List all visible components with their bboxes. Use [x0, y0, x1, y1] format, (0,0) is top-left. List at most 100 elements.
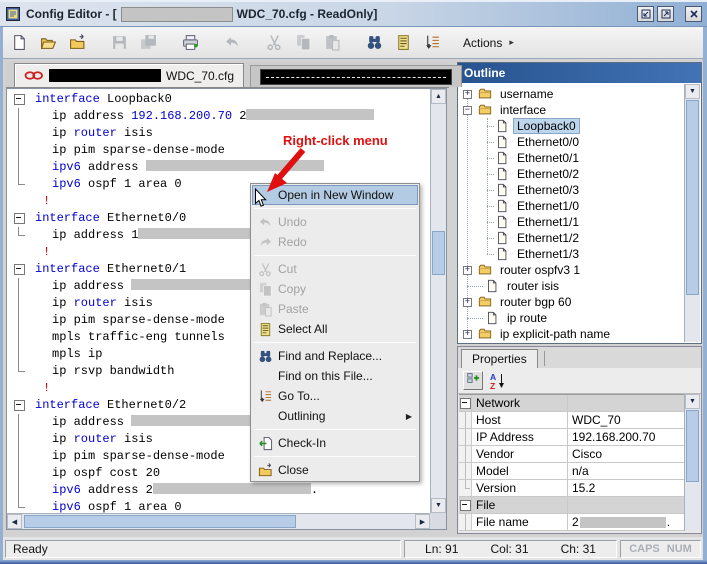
expand-icon[interactable]: +	[463, 298, 472, 307]
status-message: Ready	[5, 540, 401, 558]
property-row-vendor[interactable]: VendorCisco	[459, 446, 684, 463]
outline-item-interface[interactable]: − interface	[459, 102, 684, 118]
outline-scrollbar[interactable]: ▲ ▼	[684, 84, 700, 342]
property-row-host[interactable]: HostWDC_70	[459, 412, 684, 429]
outline-title: Outline	[464, 66, 505, 80]
property-row-ip-address[interactable]: IP Address192.168.200.70	[459, 429, 684, 446]
open-file-button[interactable]	[37, 32, 59, 54]
outline-item-loopback0[interactable]: Loopback0	[459, 118, 684, 134]
redacted-config-text	[153, 483, 311, 494]
outline-item-ethernet1-3[interactable]: Ethernet1/3	[459, 246, 684, 262]
properties-scrollbar[interactable]: ▲ ▼	[684, 394, 700, 531]
file-icon	[485, 311, 500, 325]
scrollbar-thumb[interactable]	[686, 100, 699, 295]
code-line[interactable]: interface Loopback0	[7, 91, 430, 108]
menu-item-select-all[interactable]: Select All	[252, 319, 418, 339]
property-row-model[interactable]: Modeln/a	[459, 463, 684, 480]
tab-active-config[interactable]: WDC_70.cfg	[14, 63, 244, 87]
outline-item-label: Ethernet0/2	[514, 167, 582, 181]
scrollbar-thumb[interactable]	[24, 515, 296, 528]
menu-item-find-and-replace[interactable]: Find and Replace...	[252, 346, 418, 366]
close-window-button[interactable]	[685, 6, 702, 22]
menu-item-go-to[interactable]: Go To...	[252, 386, 418, 406]
fold-toggle-icon[interactable]	[7, 397, 33, 414]
restore-window-button[interactable]	[637, 6, 654, 22]
fold-toggle-icon[interactable]	[7, 210, 33, 227]
fold-guide	[7, 499, 33, 513]
file-icon	[495, 199, 510, 213]
file-icon	[495, 183, 510, 197]
scrollbar-thumb[interactable]	[686, 410, 699, 482]
editor-horizontal-scrollbar[interactable]: ◀ ▶	[7, 513, 430, 529]
scroll-down-icon[interactable]: ▼	[685, 84, 700, 99]
print-button[interactable]	[179, 32, 201, 54]
outline-item-ethernet0-2[interactable]: Ethernet0/2	[459, 166, 684, 182]
app-icon	[5, 6, 21, 22]
menu-item-find-on-this-file[interactable]: Find on this File...	[252, 366, 418, 386]
code-text: ipv6 address 2.	[33, 482, 318, 499]
scrollbar-thumb[interactable]	[432, 231, 445, 275]
goto-button[interactable]	[421, 32, 443, 54]
chevron-right-icon: ▸	[509, 37, 514, 48]
annotation-label: Right-click menu	[283, 133, 388, 148]
collapse-icon[interactable]: −	[463, 106, 472, 115]
scroll-right-icon[interactable]: ▶	[415, 514, 430, 529]
tab-inactive-redacted[interactable]	[250, 65, 462, 87]
outline-item-ethernet0-0[interactable]: Ethernet0/0	[459, 134, 684, 150]
outline-item-label: Ethernet0/1	[514, 151, 582, 165]
outline-item-router-bgp-60[interactable]: +router bgp 60	[459, 294, 684, 310]
property-row-file-name[interactable]: File name2.	[459, 514, 684, 531]
scroll-up-icon[interactable]: ▲	[431, 89, 446, 104]
outline-item-router-isis[interactable]: router isis	[459, 278, 684, 294]
outline-item-label: interface	[497, 103, 549, 117]
cut-icon	[252, 262, 278, 277]
find-button[interactable]	[363, 32, 385, 54]
code-line[interactable]: ip address 192.168.200.70 2	[7, 108, 430, 125]
menu-item-outlining[interactable]: Outlining▶	[252, 406, 418, 426]
property-row-version[interactable]: Version15.2	[459, 480, 684, 497]
editor-vertical-scrollbar[interactable]: ▲ ▼	[430, 89, 446, 513]
code-line[interactable]: ipv6 address	[7, 159, 430, 176]
outline-item-ethernet1-2[interactable]: Ethernet1/2	[459, 230, 684, 246]
menu-item-close[interactable]: Close	[252, 460, 418, 480]
scroll-left-icon[interactable]: ◀	[7, 514, 22, 529]
scroll-down-icon[interactable]: ▼	[685, 394, 700, 409]
outline-item-username[interactable]: +username	[459, 86, 684, 102]
outline-item-ethernet1-0[interactable]: Ethernet1/0	[459, 198, 684, 214]
close-file-button[interactable]	[66, 32, 88, 54]
new-file-button[interactable]	[8, 32, 30, 54]
property-category-network[interactable]: Network	[459, 395, 684, 412]
menu-item-check-in[interactable]: Check-In	[252, 433, 418, 453]
outline-item-ethernet1-1[interactable]: Ethernet1/1	[459, 214, 684, 230]
outline-item-ip-explicit-path-name[interactable]: +ip explicit-path name	[459, 326, 684, 342]
menu-item-cut: Cut	[252, 259, 418, 279]
file-icon	[495, 119, 510, 133]
property-category-file[interactable]: File	[459, 497, 684, 514]
code-line[interactable]: ipv6 address 2.	[7, 482, 430, 499]
collapse-icon[interactable]	[459, 497, 472, 513]
code-line[interactable]: ipv6 ospf 1 area 0	[7, 499, 430, 513]
scroll-down-icon[interactable]: ▼	[431, 498, 446, 513]
expand-icon[interactable]: +	[463, 330, 472, 339]
expand-icon[interactable]: +	[463, 266, 472, 275]
actions-menu[interactable]: Actions ▸	[463, 36, 514, 50]
code-text: ip router isis	[33, 125, 153, 142]
window-title: Config Editor - [ WDC_70.cfg - ReadOnly]	[26, 7, 377, 22]
outline-item-ethernet0-3[interactable]: Ethernet0/3	[459, 182, 684, 198]
outline-item-ethernet0-1[interactable]: Ethernet0/1	[459, 150, 684, 166]
code-text: ip router isis	[33, 295, 153, 312]
collapse-icon[interactable]	[459, 395, 472, 411]
select-all-button[interactable]	[392, 32, 414, 54]
outline-item-ip-route[interactable]: ip route	[459, 310, 684, 326]
categorized-view-button[interactable]	[463, 371, 483, 390]
fold-toggle-icon[interactable]	[7, 91, 33, 108]
fold-toggle-icon[interactable]	[7, 261, 33, 278]
title-suffix: WDC_70.cfg - ReadOnly]	[237, 7, 378, 21]
tab-properties[interactable]: Properties	[461, 349, 538, 368]
property-value: WDC_70	[568, 412, 684, 428]
outline-item-router-ospfv3-1[interactable]: +router ospfv3 1	[459, 262, 684, 278]
expand-icon[interactable]: +	[463, 90, 472, 99]
maximize-window-button[interactable]	[657, 6, 674, 22]
alphabetical-sort-button[interactable]: AZ	[489, 372, 507, 390]
fold-guide	[7, 448, 33, 465]
